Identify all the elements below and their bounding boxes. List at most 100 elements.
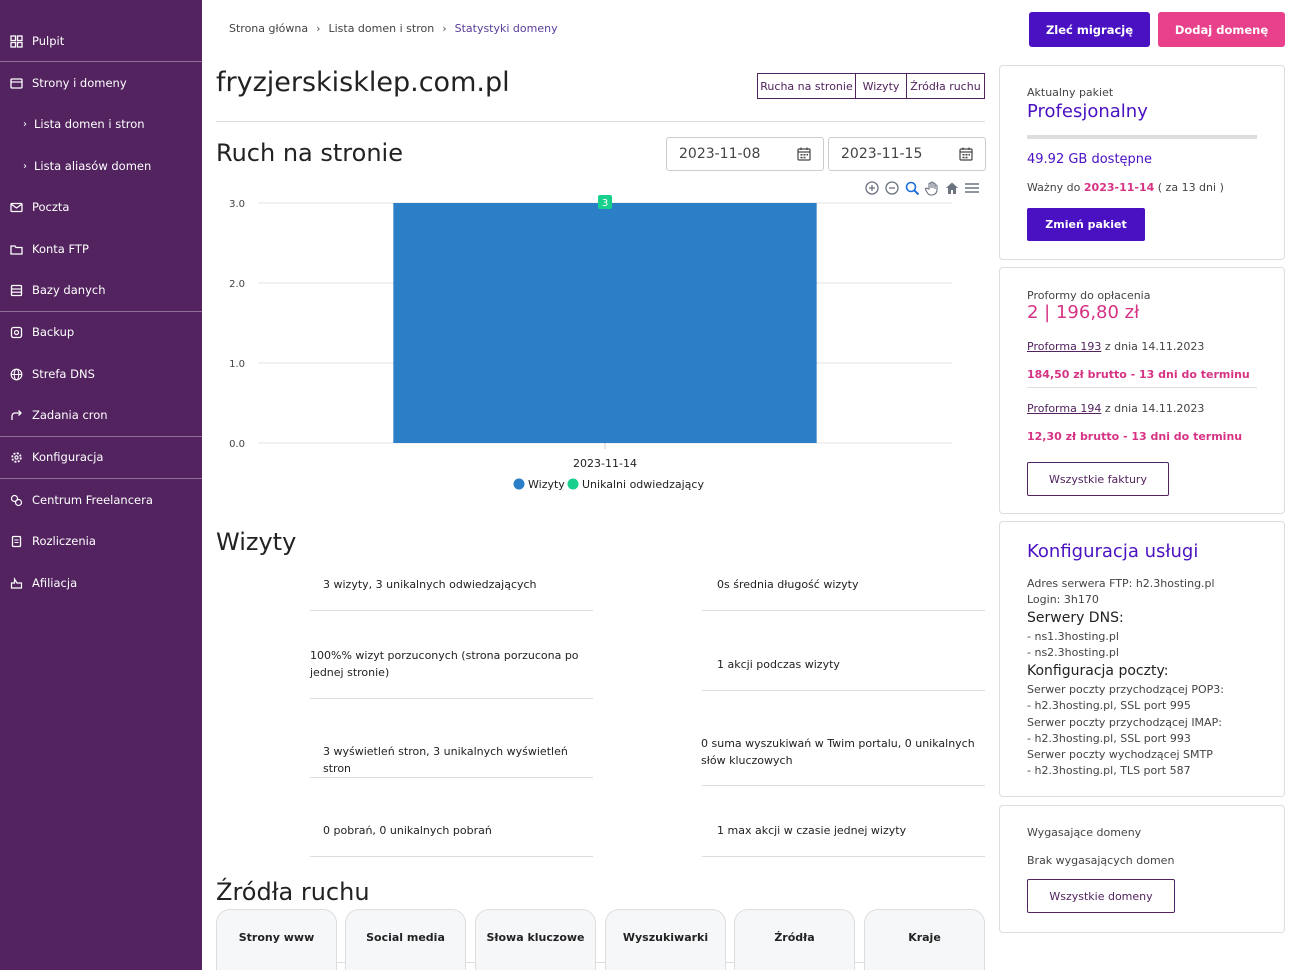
add-domain-button[interactable]: Dodaj domenę	[1158, 12, 1285, 47]
sidebar-item-cron[interactable]: Zadania cron	[0, 395, 202, 435]
sidebar-item-mail[interactable]: Poczta	[0, 187, 202, 227]
sidebar-item-label: Konfiguracja	[32, 450, 104, 464]
sidebar-item-affiliate[interactable]: Afiliacja	[0, 563, 202, 603]
sidebar-item-ftp[interactable]: Konta FTP	[0, 229, 202, 269]
traffic-title: Ruch na stronie	[216, 139, 403, 167]
y-tick-label: 3.0	[229, 199, 245, 210]
sidebar-item-alias-list[interactable]: › Lista aliasów domen	[0, 146, 202, 186]
proforma-panel: Proformy do opłacenia 2 | 196,80 zł Prof…	[999, 267, 1285, 514]
y-tick-label: 2.0	[229, 279, 245, 290]
stat-searches: 0 suma wyszukiwań w Twim portalu, 0 unik…	[701, 737, 975, 767]
breadcrumb-domain-list[interactable]: Lista domen i stron	[328, 22, 434, 35]
date-from-input[interactable]: 2023-11-08	[666, 137, 824, 171]
folder-icon	[10, 244, 23, 255]
proforma-item: Proforma 194 z dnia 14.11.2023	[1027, 402, 1204, 415]
package-label: Aktualny pakiet	[1027, 86, 1114, 99]
sidebar-item-dns[interactable]: Strefa DNS	[0, 354, 202, 394]
pop3-label: Serwer poczty przychodzącej POP3:	[1027, 683, 1224, 696]
divider	[1027, 387, 1257, 388]
chevron-right-icon: ›	[23, 118, 27, 130]
sidebar-item-freelancer[interactable]: Centrum Freelancera	[0, 480, 202, 520]
stat-max-actions: 1 max akcji w czasie jednej wizyty	[717, 824, 907, 837]
cron-icon	[11, 409, 22, 420]
billing-icon	[11, 535, 22, 547]
backup-icon	[10, 326, 23, 338]
divider	[702, 785, 985, 786]
tab-countries[interactable]: Kraje	[864, 909, 985, 970]
sidebar-item-databases[interactable]: Bazy danych	[0, 270, 202, 310]
tab-social-media[interactable]: Social media	[345, 909, 466, 970]
x-tick-label: 2023-11-14	[573, 457, 637, 470]
proforma-amount: 12,30 zł brutto - 13 dni do terminu	[1027, 430, 1243, 443]
sites-icon	[10, 77, 23, 89]
sidebar-item-backup[interactable]: Backup	[0, 312, 202, 352]
tab-search-engines[interactable]: Wyszukiwarki	[605, 909, 726, 970]
validity-suffix: ( za 13 dni )	[1157, 181, 1224, 194]
proforma-link[interactable]: Proforma 194	[1027, 402, 1101, 415]
all-domains-button[interactable]: Wszystkie domeny	[1027, 879, 1175, 913]
all-invoices-button[interactable]: Wszystkie faktury	[1027, 462, 1169, 496]
proforma-link[interactable]: Proforma 193	[1027, 340, 1101, 353]
proforma-date: z dnia 14.11.2023	[1104, 402, 1205, 415]
dns-server: - ns2.3hosting.pl	[1027, 646, 1119, 659]
legend-label: Unikalni odwiedzający	[582, 478, 704, 491]
divider	[310, 777, 593, 778]
sidebar-item-config[interactable]: Konfiguracja	[0, 437, 202, 477]
database-icon	[10, 284, 23, 296]
sidebar-item-label: Lista aliasów domen	[34, 159, 152, 173]
proforma-amount: 184,50 zł brutto - 13 dni do terminu	[1027, 368, 1250, 381]
tab-websites[interactable]: Strony www	[216, 909, 337, 970]
breadcrumb-home[interactable]: Strona główna	[229, 22, 308, 35]
breadcrumb-current: Statystyki domeny	[454, 22, 558, 35]
segment-visits[interactable]: Wizyty	[855, 73, 907, 99]
sidebar-item-label: Strony i domeny	[32, 76, 127, 90]
calendar-icon[interactable]	[959, 147, 973, 161]
change-package-button[interactable]: Zmień pakiet	[1027, 208, 1145, 241]
validity-date: 2023-11-14	[1083, 181, 1155, 194]
sidebar: Pulpit Strony i domeny › Lista domen i s…	[0, 0, 202, 970]
sources-title: Źródła ruchu	[216, 878, 370, 906]
ftp-login: Login: 3h170	[1027, 593, 1099, 606]
sidebar-item-pulpit[interactable]: Pulpit	[0, 21, 202, 61]
sidebar-item-label: Poczta	[32, 200, 70, 214]
stat-pageviews: 3 wyświetleń stron, 3 unikalnych wyświet…	[323, 745, 568, 775]
sidebar-item-label: Centrum Freelancera	[32, 493, 153, 507]
expiring-domains-panel: Wygasające domeny Brak wygasających dome…	[999, 805, 1285, 933]
ftp-address: Adres serwera FTP: h2.3hosting.pl	[1027, 577, 1215, 590]
imap-label: Serwer poczty przychodzącej IMAP:	[1027, 716, 1222, 729]
divider	[702, 690, 985, 691]
sidebar-item-billing[interactable]: Rozliczenia	[0, 521, 202, 561]
pop3-value: - h2.3hosting.pl, SSL port 995	[1027, 699, 1191, 712]
sidebar-item-label: Zadania cron	[32, 408, 108, 422]
proforma-date: z dnia 14.11.2023	[1104, 340, 1205, 353]
chevron-right-icon: ›	[442, 22, 447, 35]
tab-keywords[interactable]: Słowa kluczowe	[475, 909, 596, 970]
divider	[216, 121, 985, 122]
stat-downloads: 0 pobrań, 0 unikalnych pobrań	[323, 824, 492, 837]
y-tick-label: 1.0	[229, 359, 245, 370]
migrate-button[interactable]: Zleć migrację	[1029, 12, 1150, 47]
service-config-panel: Konfiguracja usługi Adres serwera FTP: h…	[999, 521, 1285, 797]
sidebar-item-label: Bazy danych	[32, 283, 106, 297]
package-name: Profesjonalny	[1027, 101, 1148, 122]
segment-sources[interactable]: Źródła ruchu	[906, 73, 985, 99]
sidebar-item-domain-list[interactable]: › Lista domen i stron	[0, 104, 202, 144]
smtp-label: Serwer poczty wychodzącej SMTP	[1027, 748, 1213, 761]
calendar-icon[interactable]	[797, 147, 811, 161]
sidebar-divider	[0, 61, 202, 62]
divider	[310, 698, 593, 699]
data-label: 3	[602, 198, 608, 209]
dns-title: Serwery DNS:	[1027, 610, 1124, 626]
y-tick-label: 0.0	[229, 439, 245, 450]
config-title: Konfiguracja usługi	[1027, 541, 1199, 562]
mail-config-title: Konfiguracja poczty:	[1027, 663, 1169, 679]
bar	[393, 203, 817, 443]
segment-traffic[interactable]: Rucha na stronie	[757, 73, 856, 99]
sidebar-item-sites[interactable]: Strony i domeny	[0, 63, 202, 103]
tab-sources[interactable]: Źródła	[734, 909, 855, 970]
proforma-total: 2 | 196,80 zł	[1027, 302, 1140, 323]
freelancer-icon	[10, 494, 23, 506]
storage-available: 49.92 GB dostępne	[1027, 152, 1153, 167]
date-to-input[interactable]: 2023-11-15	[828, 137, 986, 171]
divider	[310, 856, 593, 857]
